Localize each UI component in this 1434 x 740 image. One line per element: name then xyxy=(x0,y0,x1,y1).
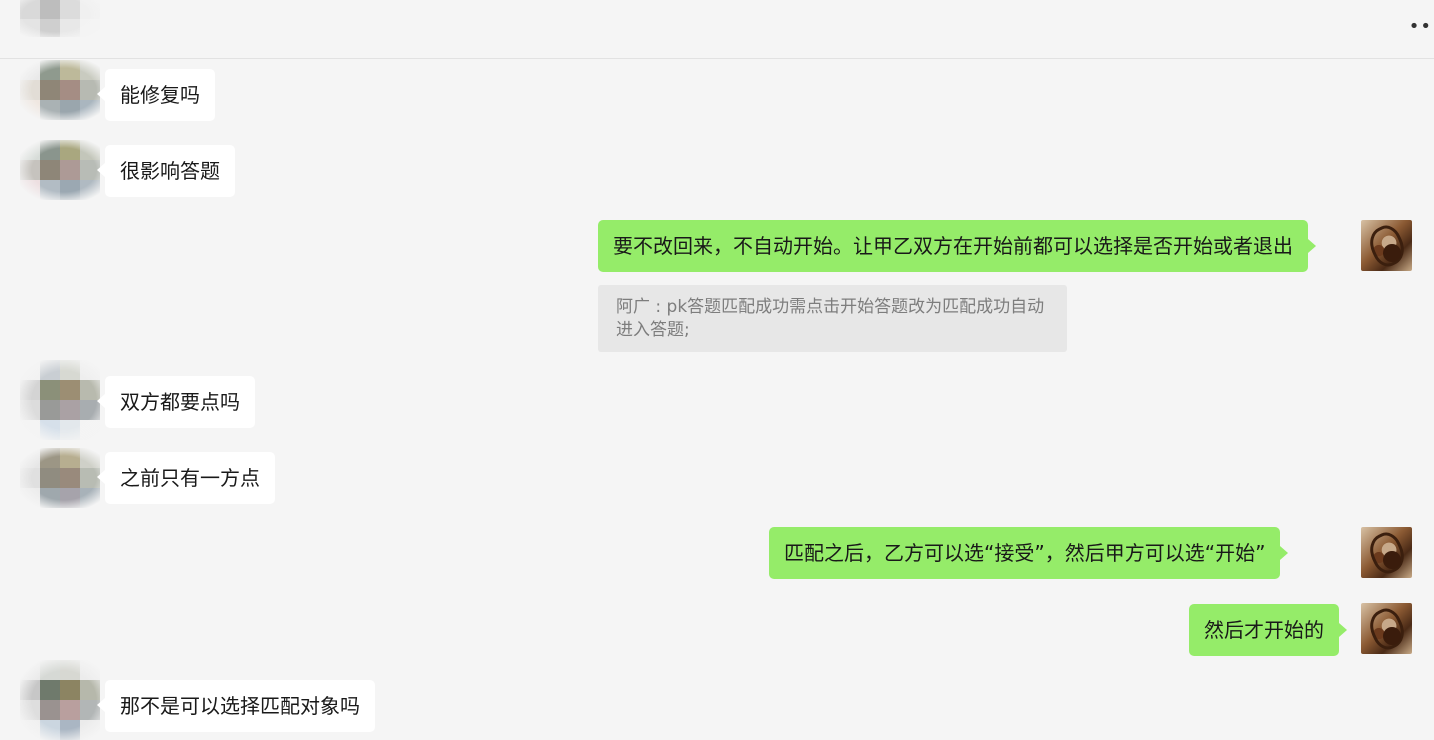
message-bubble-incoming[interactable]: 能修复吗 xyxy=(97,69,215,121)
contact-avatar[interactable] xyxy=(20,0,100,37)
contact-avatar[interactable] xyxy=(20,140,100,200)
contact-avatar[interactable] xyxy=(20,660,100,740)
chat-header: •• xyxy=(0,0,1434,59)
contact-avatar[interactable] xyxy=(20,360,100,440)
message-bubble-outgoing[interactable]: 要不改回来，不自动开始。让甲乙双方在开始前都可以选择是否开始或者退出 xyxy=(598,220,1316,272)
message-bubble-incoming[interactable]: 很影响答题 xyxy=(97,145,235,197)
self-avatar[interactable] xyxy=(1361,220,1412,271)
more-dots-icon[interactable]: •• xyxy=(1409,16,1432,37)
message-bubble-incoming[interactable]: 之前只有一方点 xyxy=(97,452,275,504)
message-bubble-incoming[interactable]: 那不是可以选择匹配对象吗 xyxy=(97,680,375,732)
message-bubble-outgoing[interactable]: 然后才开始的 xyxy=(1189,604,1347,656)
self-avatar[interactable] xyxy=(1361,527,1412,578)
message-bubble-outgoing[interactable]: 匹配之后，乙方可以选“接受”，然后甲方可以选“开始” xyxy=(769,527,1289,579)
contact-avatar[interactable] xyxy=(20,60,100,120)
quoted-message[interactable]: 阿广 : pk答题匹配成功需点击开始答题改为匹配成功自动进入答题; xyxy=(598,285,1067,352)
message-bubble-incoming[interactable]: 双方都要点吗 xyxy=(97,376,255,428)
self-avatar[interactable] xyxy=(1361,603,1412,654)
contact-avatar[interactable] xyxy=(20,448,100,508)
